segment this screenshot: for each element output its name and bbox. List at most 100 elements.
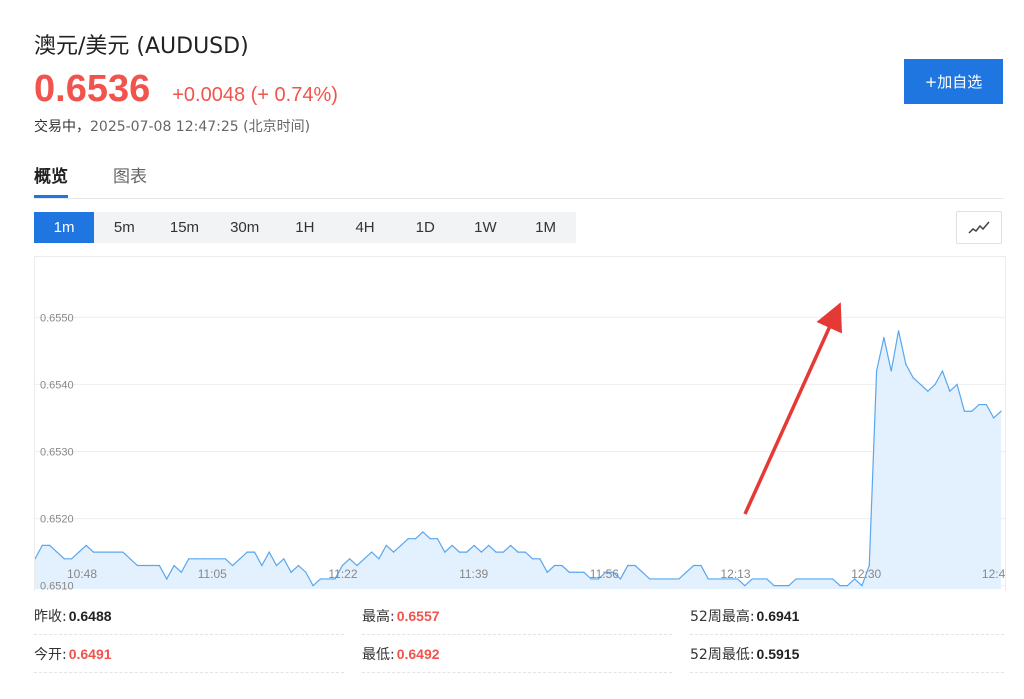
stats-row: 今开: 0.6491 最低: 0.6492 52周最低: 0.5915 <box>34 635 1004 673</box>
data-point <box>751 578 753 580</box>
data-point <box>349 558 351 560</box>
x-tick-label: 11:05 <box>198 567 227 581</box>
data-point <box>934 383 936 386</box>
period-5m[interactable]: 5m <box>94 212 154 243</box>
data-point <box>56 551 58 553</box>
x-tick-label: 12:4 <box>982 567 1005 581</box>
status-label: 交易中， <box>34 119 90 135</box>
data-point <box>151 564 153 567</box>
stat-52w-high: 52周最高: 0.6941 <box>690 597 1004 635</box>
data-point <box>224 558 226 560</box>
chart-type-button[interactable] <box>956 211 1002 244</box>
data-point <box>158 564 161 567</box>
price-line <box>34 330 1002 587</box>
data-point <box>583 571 585 573</box>
data-point <box>319 578 322 580</box>
period-30m[interactable]: 30m <box>215 212 275 243</box>
data-point <box>63 558 65 560</box>
data-point <box>693 564 695 567</box>
price-chart: 0.6550 0.6540 0.6530 0.6520 0.6510 10:48 11:05… <box>34 256 1006 593</box>
data-point <box>883 336 885 339</box>
data-point <box>378 558 380 560</box>
price-row: 0.6536 +0.0048 (+ 0.74%) <box>34 68 338 112</box>
data-point <box>480 551 483 553</box>
data-point <box>832 578 834 580</box>
period-4h[interactable]: 4H <box>335 212 395 243</box>
data-point <box>949 390 951 392</box>
data-point <box>502 551 504 553</box>
period-15m[interactable]: 15m <box>154 212 214 243</box>
stat-label: 最高: <box>362 608 395 625</box>
data-point <box>253 551 256 553</box>
add-watchlist-button[interactable]: +加自选 <box>904 59 1003 104</box>
data-point <box>671 578 673 580</box>
data-point <box>341 564 343 567</box>
data-point <box>619 578 622 580</box>
period-1w[interactable]: 1W <box>455 212 515 243</box>
data-point <box>261 564 263 567</box>
tab-chart[interactable]: 图表 <box>113 162 147 197</box>
data-point <box>927 390 929 392</box>
data-point <box>912 377 914 379</box>
data-point <box>414 538 417 540</box>
data-point <box>495 551 497 553</box>
data-point <box>744 585 746 587</box>
x-tick-label: 12:13 <box>721 567 751 581</box>
y-tick-label: 0.6530 <box>40 447 74 459</box>
data-point <box>451 544 453 546</box>
x-tick-label: 11:56 <box>590 567 619 581</box>
data-point <box>919 383 922 386</box>
stat-value: 0.6941 <box>756 607 800 624</box>
stats-row: 昨收: 0.6488 最高: 0.6557 52周最高: 0.6941 <box>34 597 1004 635</box>
data-point <box>678 578 680 580</box>
data-point <box>180 571 182 573</box>
data-point <box>473 544 475 546</box>
current-price: 0.6536 <box>34 68 151 110</box>
x-tick-label: 10:48 <box>67 567 97 581</box>
stat-value: 0.6492 <box>396 645 440 662</box>
data-point <box>875 370 878 372</box>
stat-value: 0.6557 <box>396 607 440 624</box>
data-point <box>956 383 958 386</box>
data-point <box>436 538 439 540</box>
data-point <box>663 578 665 580</box>
data-point <box>283 558 285 560</box>
period-1d[interactable]: 1D <box>395 212 455 243</box>
data-point <box>92 551 95 553</box>
data-point <box>978 403 980 406</box>
data-point <box>444 551 446 553</box>
data-point <box>275 564 278 567</box>
stat-label: 昨收: <box>34 608 67 625</box>
data-point <box>532 558 534 560</box>
stat-value: 0.6488 <box>68 607 112 624</box>
data-point <box>385 544 387 546</box>
data-point <box>41 544 43 546</box>
page-title: 澳元/美元 (AUDUSD) <box>34 34 249 59</box>
data-point <box>231 564 234 567</box>
tab-overview[interactable]: 概览 <box>34 162 68 198</box>
annotation-arrow <box>743 302 842 515</box>
data-point <box>905 363 907 365</box>
period-selector: 1m 5m 15m 30m 1H 4H 1D 1W 1M <box>34 212 576 243</box>
y-tick-label: 0.6520 <box>40 514 74 526</box>
data-point <box>700 564 702 567</box>
data-point <box>312 585 314 587</box>
data-point <box>400 544 402 546</box>
stat-prev-close: 昨收: 0.6488 <box>34 597 344 635</box>
period-1mo[interactable]: 1M <box>516 212 576 243</box>
data-point <box>714 578 717 580</box>
stat-label: 最低: <box>362 646 395 663</box>
data-point <box>985 403 987 406</box>
stat-label: 52周最高: <box>690 608 755 625</box>
data-point <box>144 564 146 567</box>
data-point <box>114 551 117 553</box>
data-point <box>971 410 973 412</box>
period-1m[interactable]: 1m <box>34 212 95 243</box>
data-point <box>107 551 109 553</box>
data-point <box>188 558 190 560</box>
data-point <box>429 538 431 540</box>
data-point <box>70 558 73 560</box>
line-chart-icon <box>968 221 990 234</box>
period-1h[interactable]: 1H <box>275 212 335 243</box>
data-point <box>166 578 168 580</box>
